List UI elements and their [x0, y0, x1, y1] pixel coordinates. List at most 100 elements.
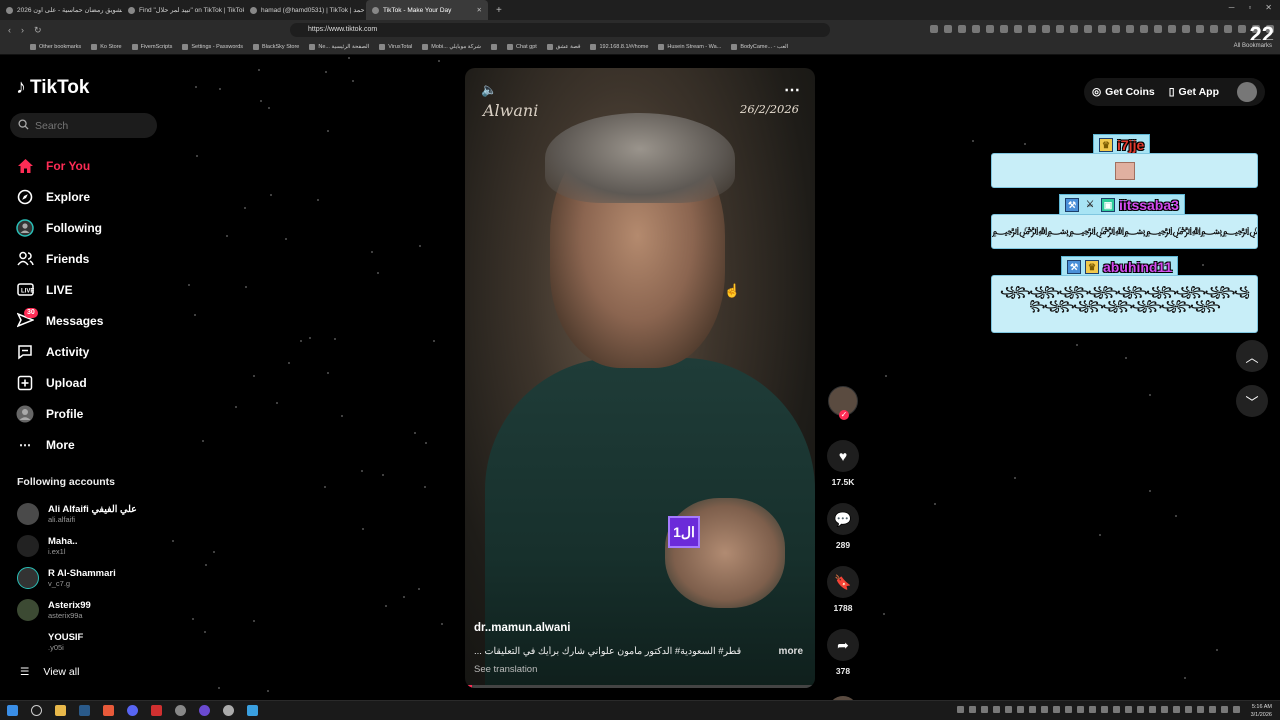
extension-icon[interactable]	[1084, 25, 1092, 33]
browser-tab[interactable]: تشويق رمضان حماسية - على اون 2026	[0, 0, 122, 20]
get-app-button[interactable]: ▯ Get App	[1169, 86, 1219, 98]
following-account[interactable]: R Al-Shammari v_c7.g	[17, 562, 137, 594]
url-field[interactable]: https://www.tiktok.com	[290, 23, 830, 37]
bookmark-item[interactable]: Ko Store	[91, 44, 121, 50]
browser-tab[interactable]: hamad (@hamd0531) | TikTok | حمد	[244, 0, 366, 20]
following-account[interactable]: Ali Alfaifi علي الفيفي ali.alfaifi	[17, 498, 137, 530]
bookmark-item[interactable]: Ne... الصفحة الرئيسية	[309, 44, 369, 50]
app-icon[interactable]	[199, 705, 210, 716]
all-bookmarks-button[interactable]: All Bookmarks	[1234, 43, 1272, 49]
sidebar-item-upload[interactable]: Upload	[16, 367, 103, 398]
sidebar-item-messages[interactable]: 30 Messages	[16, 305, 103, 336]
bookmark-item[interactable]: FivemScripts	[132, 44, 173, 50]
tray-icon[interactable]	[1077, 706, 1084, 713]
tiktok-logo[interactable]: ♪ TikTok	[16, 76, 89, 99]
tray-icon[interactable]	[969, 706, 976, 713]
more-options-icon[interactable]: ⋯	[784, 80, 801, 100]
tray-icon[interactable]	[1233, 706, 1240, 713]
tray-icon[interactable]	[1017, 706, 1024, 713]
search-box[interactable]	[10, 113, 157, 138]
bookmark-item[interactable]: VirusTotal	[379, 44, 412, 50]
tray-icon[interactable]	[1113, 706, 1120, 713]
tray-icon[interactable]	[981, 706, 988, 713]
like-button[interactable]: ♥	[827, 440, 859, 472]
close-tab-icon[interactable]: ✕	[477, 6, 482, 14]
tray-icon[interactable]	[1029, 706, 1036, 713]
sidebar-item-more[interactable]: ⋯ More	[16, 429, 103, 460]
extension-icon[interactable]	[1224, 25, 1232, 33]
search-taskbar-icon[interactable]	[31, 705, 42, 716]
extension-icon[interactable]	[1140, 25, 1148, 33]
sidebar-item-live[interactable]: LIVE LIVE	[16, 274, 103, 305]
extension-icon[interactable]	[986, 25, 994, 33]
bookmark-item[interactable]: BlackSky Store	[253, 44, 299, 50]
extension-icon[interactable]	[1126, 25, 1134, 33]
extension-icon[interactable]	[1238, 25, 1246, 33]
minimize-icon[interactable]: ─	[1229, 3, 1235, 12]
app-icon[interactable]	[247, 705, 258, 716]
tray-icon[interactable]	[1053, 706, 1060, 713]
steam-icon[interactable]	[79, 705, 90, 716]
sidebar-item-friends[interactable]: Friends	[16, 243, 103, 274]
close-window-icon[interactable]: ✕	[1265, 3, 1272, 12]
tray-icon[interactable]	[1221, 706, 1228, 713]
extension-icon[interactable]	[1196, 25, 1204, 33]
extension-icon[interactable]	[944, 25, 952, 33]
extension-icon[interactable]	[1042, 25, 1050, 33]
bookmark-item[interactable]: Settings - Passwords	[182, 44, 243, 50]
following-account[interactable]: YOUSIF .y05i	[17, 626, 137, 658]
file-explorer-icon[interactable]	[55, 705, 66, 716]
sidebar-item-activity[interactable]: Activity	[16, 336, 103, 367]
extension-icon[interactable]	[1070, 25, 1078, 33]
reload-icon[interactable]: ↻	[34, 25, 42, 36]
tray-icon[interactable]	[1041, 706, 1048, 713]
tray-icon[interactable]	[1137, 706, 1144, 713]
comment-button[interactable]: 💬	[827, 503, 859, 535]
tray-icon[interactable]	[1005, 706, 1012, 713]
tray-icon[interactable]	[957, 706, 964, 713]
browser-tab-active[interactable]: TikTok - Make Your Day ✕	[366, 0, 488, 20]
sidebar-item-following[interactable]: Following	[16, 212, 103, 243]
tray-icon[interactable]	[1101, 706, 1108, 713]
extension-icon[interactable]	[1098, 25, 1106, 33]
tray-icon[interactable]	[1125, 706, 1132, 713]
bookmark-item[interactable]: BodyCame... - العب	[731, 44, 788, 50]
bookmark-item[interactable]: Chat gpt	[507, 44, 537, 50]
following-account[interactable]: Asterix99 asterix99a	[17, 594, 137, 626]
video-author[interactable]: dr..mamun.alwani	[474, 622, 571, 634]
bookmark-item[interactable]: Mobi... شركة موبايلي	[422, 44, 481, 50]
search-input[interactable]	[35, 119, 145, 132]
sidebar-item-for-you[interactable]: For You	[16, 150, 103, 181]
creator-avatar[interactable]: ✓	[828, 386, 858, 420]
tray-icon[interactable]	[1209, 706, 1216, 713]
forward-icon[interactable]: ›	[21, 25, 24, 36]
extension-icon[interactable]	[1112, 25, 1120, 33]
extension-icon[interactable]	[972, 25, 980, 33]
previous-video-button[interactable]: ︿	[1236, 340, 1268, 372]
tray-icon[interactable]	[993, 706, 1000, 713]
tray-icon[interactable]	[1197, 706, 1204, 713]
tray-icon[interactable]	[1149, 706, 1156, 713]
bookmark-item[interactable]	[491, 44, 497, 50]
video-player[interactable]: 🔈 ⋯ Alwani 26/2/2026 ال1 dr..mamun.alwan…	[465, 68, 815, 688]
caption-more-button[interactable]: more	[779, 646, 803, 657]
sidebar-item-explore[interactable]: Explore	[16, 181, 103, 212]
settings-icon[interactable]	[223, 705, 234, 716]
following-account[interactable]: Maha.. i.ex1l	[17, 530, 137, 562]
extension-icon[interactable]	[930, 25, 938, 33]
extension-icon[interactable]	[1210, 25, 1218, 33]
share-button[interactable]: ➦	[827, 629, 859, 661]
restore-icon[interactable]: ▫	[1248, 3, 1251, 12]
get-coins-button[interactable]: ◎ Get Coins	[1092, 86, 1155, 98]
save-button[interactable]: 🔖	[827, 566, 859, 598]
extension-icon[interactable]	[1028, 25, 1036, 33]
sidebar-item-profile[interactable]: Profile	[16, 398, 103, 429]
view-all-button[interactable]: ☰ View all	[20, 666, 79, 678]
video-progress-bar[interactable]	[465, 685, 815, 688]
see-translation-link[interactable]: See translation	[474, 664, 537, 675]
browser-tab[interactable]: Find "تبيد لمر حلال" on TikTok | TikTok	[122, 0, 244, 20]
extension-icon[interactable]	[1000, 25, 1008, 33]
bookmark-item[interactable]: Other bookmarks	[30, 44, 81, 50]
windows-start-icon[interactable]	[7, 705, 18, 716]
tray-icon[interactable]	[1173, 706, 1180, 713]
